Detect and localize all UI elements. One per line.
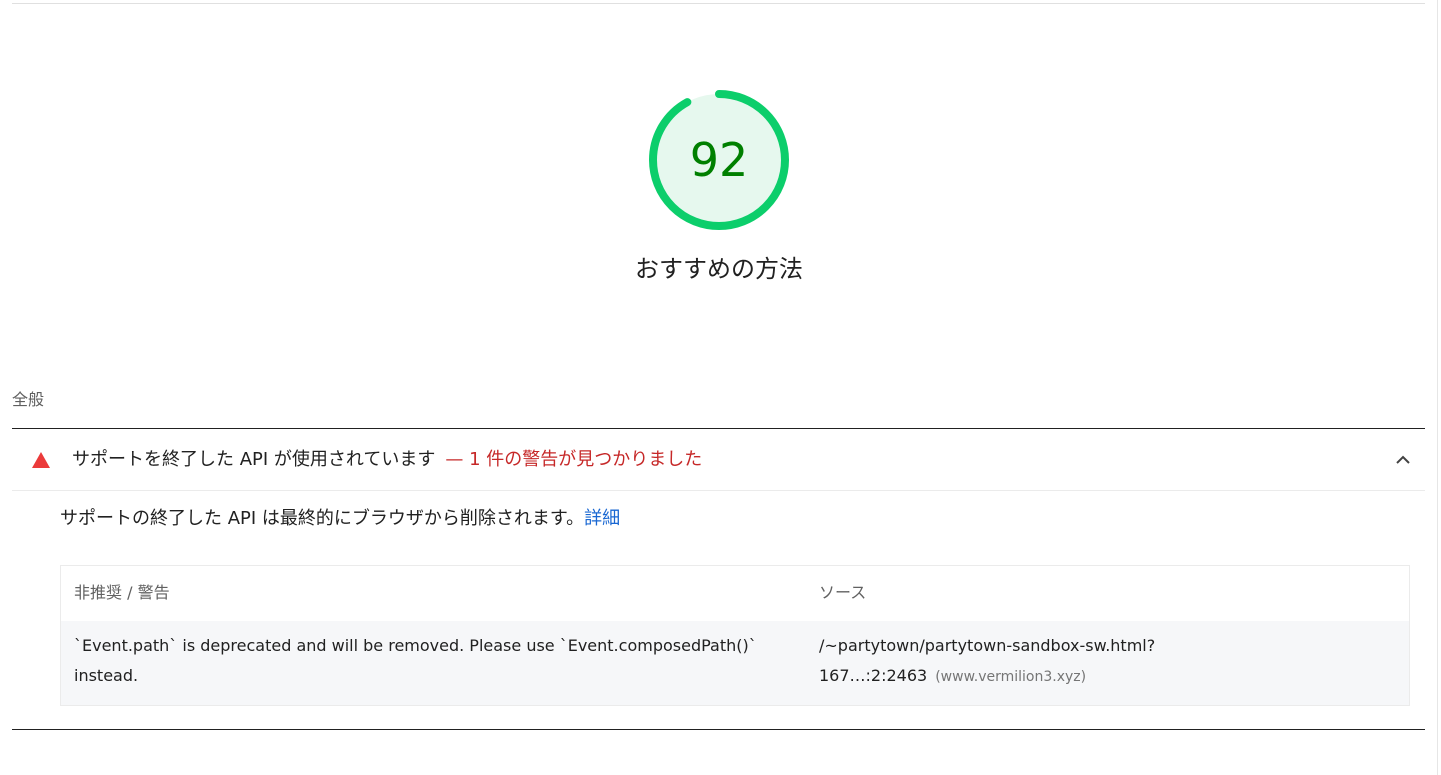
- scrollbar-track[interactable]: [1437, 0, 1438, 775]
- table-header-source: ソース: [819, 583, 867, 602]
- category-title: おすすめの方法: [635, 255, 803, 283]
- audit-warning-count: — 1 件の警告が見つかりました: [445, 449, 703, 470]
- chevron-up-icon[interactable]: [1393, 450, 1413, 470]
- score-value: 92: [689, 133, 749, 187]
- top-divider: [12, 3, 1425, 4]
- source-origin: (www.vermilion3.xyz): [935, 669, 1087, 685]
- source-location: 167…:2:2463: [819, 666, 928, 685]
- warning-triangle-icon: [32, 452, 50, 468]
- source-cell: /~partytown/partytown-sandbox-sw.html? 1…: [819, 631, 1379, 692]
- audit-header[interactable]: サポートを終了した API が使用されています — 1 件の警告が見つかりました: [12, 429, 1425, 491]
- score-gauge[interactable]: 92: [645, 86, 793, 234]
- audit-description-text: サポートの終了した API は最終的にブラウザから削除されます。: [60, 508, 585, 529]
- details-table: 非推奨 / 警告 ソース `Event.path` is deprecated …: [60, 565, 1410, 706]
- audit-deprecations: サポートを終了した API が使用されています — 1 件の警告が見つかりました …: [12, 428, 1425, 730]
- source-location-line: 167…:2:2463 (www.vermilion3.xyz): [819, 661, 1379, 692]
- source-url[interactable]: /~partytown/partytown-sandbox-sw.html?: [819, 631, 1379, 661]
- deprecation-message: `Event.path` is deprecated and will be r…: [74, 636, 757, 685]
- audit-description: サポートの終了した API は最終的にブラウザから削除されます。詳細: [60, 504, 620, 534]
- table-header-warning: 非推奨 / 警告: [74, 583, 170, 602]
- audit-title: サポートを終了した API が使用されています: [72, 449, 436, 470]
- table-row: `Event.path` is deprecated and will be r…: [61, 621, 1409, 705]
- learn-more-link[interactable]: 詳細: [584, 508, 620, 529]
- audit-title-row: サポートを終了した API が使用されています — 1 件の警告が見つかりました: [72, 445, 702, 475]
- group-title: 全般: [12, 390, 45, 409]
